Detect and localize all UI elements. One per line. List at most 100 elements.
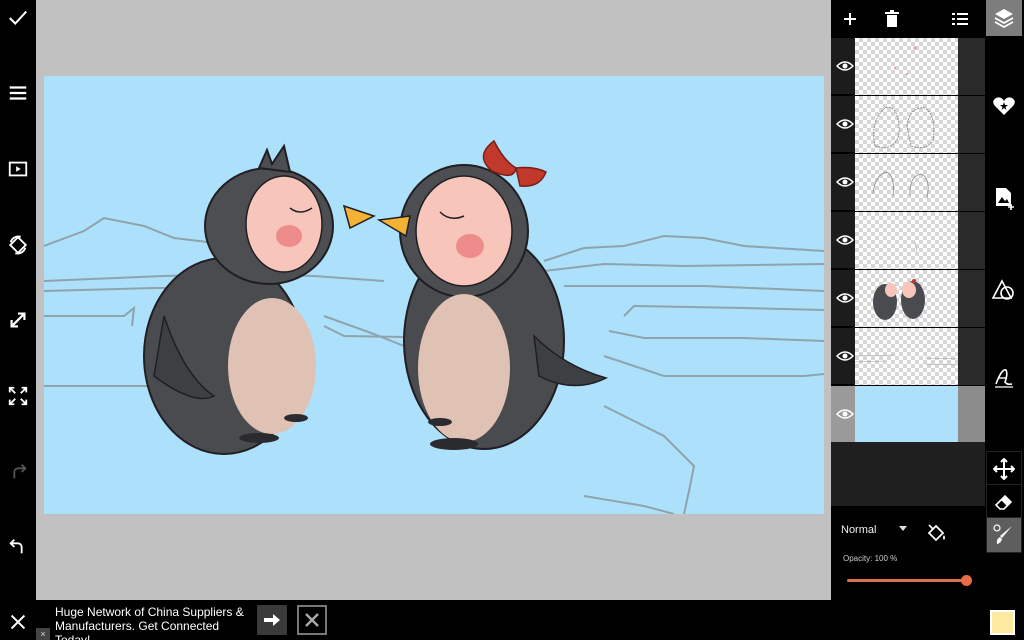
eraser-icon xyxy=(994,494,1013,510)
layer-options-button[interactable] xyxy=(949,8,971,30)
chevron-down-icon[interactable] xyxy=(899,526,907,531)
penguin-drawing xyxy=(44,139,824,514)
undo-button[interactable] xyxy=(0,529,36,565)
trash-icon xyxy=(885,10,899,27)
layer-drag-handle[interactable] xyxy=(958,96,985,153)
visibility-toggle[interactable] xyxy=(833,403,857,425)
rotate-canvas-button[interactable] xyxy=(0,227,36,263)
eye-icon xyxy=(836,293,854,303)
eye-icon xyxy=(836,61,854,71)
drawing-canvas[interactable] xyxy=(44,76,824,514)
arrow-right-icon xyxy=(264,614,280,626)
redo-icon xyxy=(13,464,27,479)
add-layer-button[interactable] xyxy=(839,8,861,30)
visibility-toggle[interactable] xyxy=(833,287,857,309)
visibility-toggle[interactable] xyxy=(833,345,857,367)
ad-close-button[interactable] xyxy=(297,605,327,635)
canvas-workspace[interactable] xyxy=(36,0,831,600)
ad-banner[interactable]: Huge Network of China Suppliers & Manufa… xyxy=(36,600,831,640)
heart-star-icon xyxy=(993,97,1015,115)
fullscreen-icon xyxy=(8,386,28,406)
menu-button[interactable] xyxy=(0,75,36,111)
rotate-icon xyxy=(8,235,28,255)
text-tool-button[interactable] xyxy=(986,360,1022,396)
layers-panel: Normal Opacity: 100 % xyxy=(831,0,985,600)
ad-text[interactable]: Huge Network of China Suppliers & Manufa… xyxy=(55,605,255,640)
layer-thumbnail xyxy=(855,154,958,211)
ad-open-button[interactable] xyxy=(257,605,287,635)
opacity-label: Opacity: 100 % xyxy=(843,554,898,563)
menu-icon xyxy=(9,86,27,100)
blend-mode-select[interactable]: Normal xyxy=(841,524,876,536)
text-icon xyxy=(995,368,1013,388)
layer-drag-handle[interactable] xyxy=(958,386,985,443)
layer-row[interactable] xyxy=(831,212,985,269)
check-icon xyxy=(9,10,27,25)
eye-icon xyxy=(836,235,854,245)
opacity-slider-handle[interactable] xyxy=(961,575,972,586)
redo-button[interactable] xyxy=(0,454,36,490)
layers-icon xyxy=(994,9,1014,29)
layer-row[interactable] xyxy=(831,328,985,385)
layer-drag-handle[interactable] xyxy=(958,38,985,95)
color-picker-swatch[interactable] xyxy=(990,610,1015,635)
stickers-button[interactable] xyxy=(986,88,1022,124)
layer-row[interactable] xyxy=(831,154,985,211)
brush-icon xyxy=(993,524,1012,544)
fill-layer-button[interactable] xyxy=(924,520,950,546)
left-toolbar xyxy=(0,0,36,640)
fullscreen-button[interactable] xyxy=(0,378,36,414)
layer-drag-handle[interactable] xyxy=(958,154,985,211)
move-tool-button[interactable] xyxy=(986,451,1022,487)
close-button[interactable] xyxy=(0,604,36,640)
play-button[interactable] xyxy=(0,151,36,187)
layer-thumbnail xyxy=(855,96,958,153)
layer-thumbnail xyxy=(855,328,958,385)
layer-thumbnail xyxy=(855,386,958,443)
brush-tool-button[interactable] xyxy=(986,517,1022,553)
visibility-toggle[interactable] xyxy=(833,113,857,135)
close-icon xyxy=(305,613,319,627)
add-photo-button[interactable] xyxy=(986,180,1022,216)
eye-icon xyxy=(836,409,854,419)
eye-icon xyxy=(836,177,854,187)
eye-icon xyxy=(836,119,854,129)
layers-button[interactable] xyxy=(986,0,1022,36)
layer-thumbnail xyxy=(855,270,958,327)
visibility-toggle[interactable] xyxy=(833,229,857,251)
layer-drag-handle[interactable] xyxy=(958,270,985,327)
visibility-toggle[interactable] xyxy=(833,55,857,77)
visibility-toggle[interactable] xyxy=(833,171,857,193)
close-icon xyxy=(10,614,26,630)
apply-button[interactable] xyxy=(0,0,36,36)
layers-header xyxy=(831,0,985,38)
right-toolbar xyxy=(985,0,1024,640)
layer-thumbnail xyxy=(855,38,958,95)
layer-properties: Normal Opacity: 100 % xyxy=(831,506,985,600)
shapes-button[interactable] xyxy=(986,272,1022,308)
layer-list xyxy=(831,38,985,443)
shapes-icon xyxy=(992,279,1014,300)
ad-info-button[interactable]: × xyxy=(36,628,50,640)
delete-layer-button[interactable] xyxy=(881,8,903,30)
resize-button[interactable] xyxy=(0,302,36,338)
eraser-tool-button[interactable] xyxy=(986,484,1022,520)
opacity-slider[interactable] xyxy=(847,579,967,582)
layer-list-icon xyxy=(952,13,968,25)
layer-row[interactable] xyxy=(831,270,985,327)
play-icon xyxy=(8,161,28,177)
left-penguin xyxy=(143,143,376,455)
layer-row-selected[interactable] xyxy=(831,386,985,443)
right-penguin xyxy=(376,139,609,450)
layer-thumbnail xyxy=(855,212,958,269)
layer-drag-handle[interactable] xyxy=(958,328,985,385)
layer-row[interactable] xyxy=(831,38,985,95)
add-image-icon xyxy=(996,188,1014,210)
resize-icon xyxy=(10,312,26,328)
undo-icon xyxy=(9,539,23,554)
add-layer-icon xyxy=(844,13,856,25)
layer-drag-handle[interactable] xyxy=(958,212,985,269)
layer-row[interactable] xyxy=(831,96,985,153)
paint-bucket-icon xyxy=(927,524,945,542)
move-icon xyxy=(993,458,1015,480)
